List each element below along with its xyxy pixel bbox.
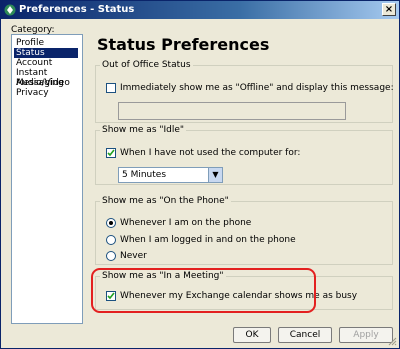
apply-button[interactable]: Apply bbox=[339, 327, 393, 343]
idle-checkbox[interactable] bbox=[106, 148, 116, 158]
on-phone-option-logged-in: When I am logged in and on the phone bbox=[120, 235, 296, 245]
on-phone-option-whenever: Whenever I am on the phone bbox=[120, 218, 252, 228]
on-phone-radio-whenever[interactable] bbox=[106, 218, 116, 228]
category-item-privacy[interactable]: Privacy bbox=[14, 88, 51, 98]
offline-message-label: Immediately show me as "Offline" and dis… bbox=[120, 83, 394, 93]
radio-selected-dot bbox=[109, 221, 113, 225]
category-item-instant-messaging[interactable]: Instant Messaging bbox=[14, 68, 82, 88]
chevron-down-icon[interactable]: ▼ bbox=[208, 168, 222, 182]
idle-duration-select[interactable]: 5 Minutes ▼ bbox=[118, 167, 223, 183]
on-phone-radio-logged-in[interactable] bbox=[106, 235, 116, 245]
highlight-annotation bbox=[91, 268, 316, 313]
out-of-office-group-title: Out of Office Status bbox=[100, 60, 193, 70]
category-list[interactable]: Profile Status Account Instant Messaging… bbox=[11, 34, 83, 324]
category-item-profile[interactable]: Profile bbox=[14, 38, 46, 48]
idle-duration-value: 5 Minutes bbox=[122, 170, 167, 180]
on-phone-group: Show me as "On the Phone" Whenever I am … bbox=[95, 196, 393, 265]
category-item-account[interactable]: Account bbox=[14, 58, 54, 68]
out-of-office-group: Out of Office Status Immediately show me… bbox=[95, 60, 394, 123]
on-phone-group-title: Show me as "On the Phone" bbox=[100, 196, 231, 206]
idle-label: When I have not used the computer for: bbox=[120, 148, 301, 158]
idle-group-title: Show me as "Idle" bbox=[100, 125, 187, 135]
offline-message-input[interactable] bbox=[118, 102, 346, 120]
close-icon: × bbox=[384, 4, 394, 15]
window-title: Preferences - Status bbox=[19, 4, 135, 15]
on-phone-option-never: Never bbox=[120, 251, 147, 261]
cancel-button[interactable]: Cancel bbox=[278, 327, 332, 343]
ok-button[interactable]: OK bbox=[233, 327, 271, 343]
page-title: Status Preferences bbox=[97, 35, 270, 54]
offline-message-checkbox[interactable] bbox=[106, 83, 116, 93]
category-item-audio-video[interactable]: Audio/Video bbox=[14, 78, 72, 88]
checkmark-icon bbox=[107, 149, 115, 157]
idle-group: Show me as "Idle" When I have not used t… bbox=[95, 125, 393, 185]
category-item-status[interactable]: Status bbox=[14, 48, 78, 58]
app-logo-icon bbox=[4, 4, 16, 16]
close-button[interactable]: × bbox=[382, 3, 396, 16]
title-bar[interactable]: Preferences - Status × bbox=[1, 1, 399, 19]
preferences-window: Preferences - Status × Category: Profile… bbox=[0, 0, 400, 349]
on-phone-radio-never[interactable] bbox=[106, 251, 116, 261]
resize-grip-icon[interactable] bbox=[387, 336, 397, 346]
